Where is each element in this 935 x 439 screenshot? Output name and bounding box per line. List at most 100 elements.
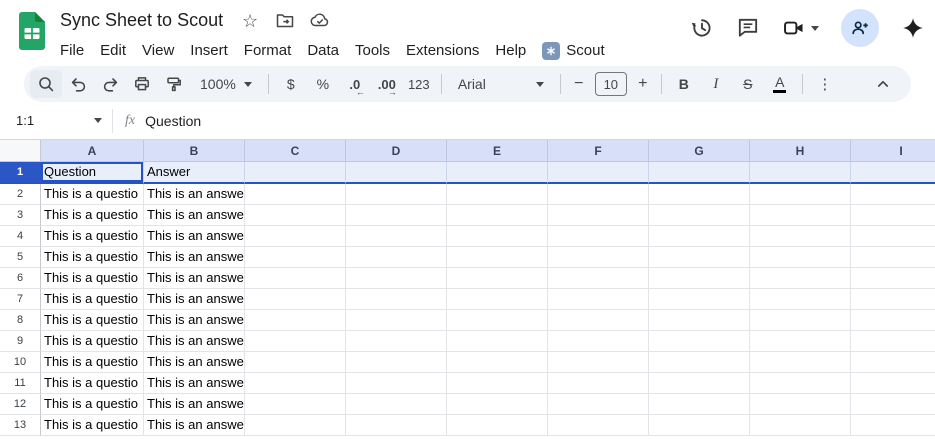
- cell-h1[interactable]: [750, 162, 851, 184]
- row-header-13[interactable]: 13: [0, 415, 41, 436]
- cell-d2[interactable]: [346, 184, 447, 205]
- cell-a2[interactable]: This is a questio: [41, 184, 144, 205]
- video-call-button[interactable]: [782, 16, 819, 40]
- cell-g9[interactable]: [649, 331, 750, 352]
- column-header-a[interactable]: A: [41, 140, 144, 162]
- cell-h12[interactable]: [750, 394, 851, 415]
- column-header-b[interactable]: B: [144, 140, 245, 162]
- row-header-5[interactable]: 5: [0, 247, 41, 268]
- cell-g12[interactable]: [649, 394, 750, 415]
- cell-f6[interactable]: [548, 268, 649, 289]
- cell-e10[interactable]: [447, 352, 548, 373]
- cell-h13[interactable]: [750, 415, 851, 436]
- increase-decimal-button[interactable]: .00 →: [371, 70, 403, 98]
- cell-g2[interactable]: [649, 184, 750, 205]
- column-header-c[interactable]: C: [245, 140, 346, 162]
- cell-a7[interactable]: This is a questio: [41, 289, 144, 310]
- saved-cloud-icon[interactable]: [309, 10, 331, 32]
- cell-f10[interactable]: [548, 352, 649, 373]
- cell-a8[interactable]: This is a questio: [41, 310, 144, 331]
- cell-c9[interactable]: [245, 331, 346, 352]
- cell-a4[interactable]: This is a questio: [41, 226, 144, 247]
- font-size-input[interactable]: 10: [595, 72, 627, 96]
- menu-item-edit[interactable]: Edit: [92, 40, 134, 61]
- row-header-9[interactable]: 9: [0, 331, 41, 352]
- cell-h3[interactable]: [750, 205, 851, 226]
- cell-f12[interactable]: [548, 394, 649, 415]
- cell-c7[interactable]: [245, 289, 346, 310]
- column-header-g[interactable]: G: [649, 140, 750, 162]
- cell-c10[interactable]: [245, 352, 346, 373]
- cell-f4[interactable]: [548, 226, 649, 247]
- cell-i12[interactable]: [851, 394, 935, 415]
- column-header-e[interactable]: E: [447, 140, 548, 162]
- cell-a10[interactable]: This is a questio: [41, 352, 144, 373]
- cell-h7[interactable]: [750, 289, 851, 310]
- cell-f8[interactable]: [548, 310, 649, 331]
- cell-i7[interactable]: [851, 289, 935, 310]
- cell-c6[interactable]: [245, 268, 346, 289]
- cell-c4[interactable]: [245, 226, 346, 247]
- move-folder-icon[interactable]: [274, 10, 296, 32]
- menu-item-tools[interactable]: Tools: [347, 40, 398, 61]
- cell-a3[interactable]: This is a questio: [41, 205, 144, 226]
- paint-format-icon[interactable]: [158, 70, 190, 98]
- number-format-button[interactable]: 123: [403, 70, 435, 98]
- menu-item-scout[interactable]: Scout: [534, 40, 612, 62]
- cell-d8[interactable]: [346, 310, 447, 331]
- menu-item-help[interactable]: Help: [487, 40, 534, 61]
- cell-a9[interactable]: This is a questio: [41, 331, 144, 352]
- cell-a1[interactable]: Question: [41, 162, 144, 184]
- cell-c8[interactable]: [245, 310, 346, 331]
- document-title[interactable]: Sync Sheet to Scout: [60, 10, 223, 31]
- cell-e4[interactable]: [447, 226, 548, 247]
- cell-b5[interactable]: This is an answer!: [144, 247, 245, 268]
- cell-d6[interactable]: [346, 268, 447, 289]
- cell-a6[interactable]: This is a questio: [41, 268, 144, 289]
- cell-g13[interactable]: [649, 415, 750, 436]
- percent-format-button[interactable]: %: [307, 70, 339, 98]
- cell-a12[interactable]: This is a questio: [41, 394, 144, 415]
- cell-e1[interactable]: [447, 162, 548, 184]
- cell-i13[interactable]: [851, 415, 935, 436]
- cell-e3[interactable]: [447, 205, 548, 226]
- row-header-2[interactable]: 2: [0, 184, 41, 205]
- cell-g4[interactable]: [649, 226, 750, 247]
- row-header-3[interactable]: 3: [0, 205, 41, 226]
- cell-h6[interactable]: [750, 268, 851, 289]
- row-header-1[interactable]: 1: [0, 162, 41, 184]
- cell-e5[interactable]: [447, 247, 548, 268]
- cell-c1[interactable]: [245, 162, 346, 184]
- bold-button[interactable]: B: [668, 70, 700, 98]
- cell-d11[interactable]: [346, 373, 447, 394]
- cell-g1[interactable]: [649, 162, 750, 184]
- cell-g6[interactable]: [649, 268, 750, 289]
- cell-h8[interactable]: [750, 310, 851, 331]
- cell-e13[interactable]: [447, 415, 548, 436]
- cell-b4[interactable]: This is an answer!: [144, 226, 245, 247]
- cell-f5[interactable]: [548, 247, 649, 268]
- version-history-icon[interactable]: [690, 16, 714, 40]
- row-header-8[interactable]: 8: [0, 310, 41, 331]
- cell-b2[interactable]: This is an answer!: [144, 184, 245, 205]
- cell-h5[interactable]: [750, 247, 851, 268]
- cell-d3[interactable]: [346, 205, 447, 226]
- cell-h11[interactable]: [750, 373, 851, 394]
- cell-i5[interactable]: [851, 247, 935, 268]
- cell-d10[interactable]: [346, 352, 447, 373]
- cell-d13[interactable]: [346, 415, 447, 436]
- cell-d1[interactable]: [346, 162, 447, 184]
- cell-b8[interactable]: This is an answer!: [144, 310, 245, 331]
- search-icon[interactable]: [30, 70, 62, 98]
- cell-g3[interactable]: [649, 205, 750, 226]
- redo-icon[interactable]: [94, 70, 126, 98]
- more-options-icon[interactable]: ⋮: [809, 70, 841, 98]
- cell-a5[interactable]: This is a questio: [41, 247, 144, 268]
- cell-e11[interactable]: [447, 373, 548, 394]
- currency-format-button[interactable]: $: [275, 70, 307, 98]
- cell-i1[interactable]: [851, 162, 935, 184]
- cell-f1[interactable]: [548, 162, 649, 184]
- cell-b1[interactable]: Answer: [144, 162, 245, 184]
- menu-item-insert[interactable]: Insert: [182, 40, 236, 61]
- cell-b11[interactable]: This is an answer!: [144, 373, 245, 394]
